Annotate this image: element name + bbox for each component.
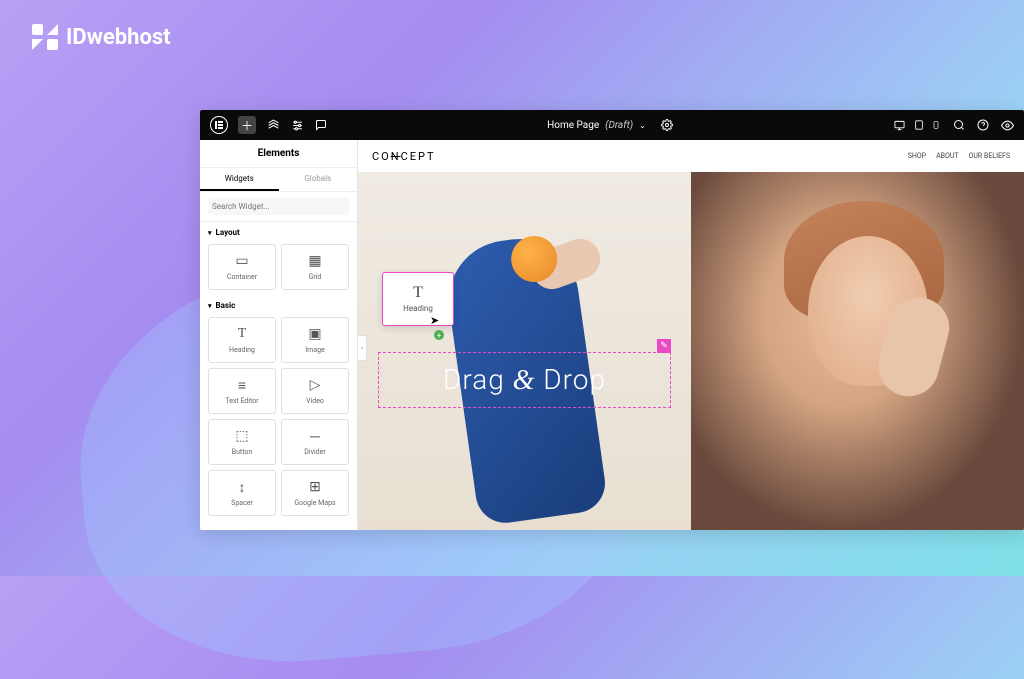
desktop-icon[interactable] <box>893 120 906 131</box>
widget-grid[interactable]: ▦Grid <box>281 244 349 290</box>
editor-body: Elements Widgets Globals Layout ▭Contain… <box>200 140 1024 530</box>
nav-beliefs[interactable]: OUR BELIEFS <box>969 152 1010 160</box>
dragging-heading-widget[interactable]: T Heading <box>382 272 454 326</box>
help-icon[interactable] <box>976 118 990 132</box>
canvas[interactable]: ‹ + ⋮⋮ ✕ CONCEPT SHOP ABOUT OUR BELIEFS <box>358 140 1024 530</box>
editor-window: ＋ Home Page (Draft) ⌄ <box>200 110 1024 530</box>
divider-icon: ─ <box>310 428 320 444</box>
widget-divider[interactable]: ─Divider <box>281 419 349 465</box>
site-logo: CONCEPT <box>372 150 436 163</box>
hero-left-column[interactable]: T Heading ➤ + ✎ Drag & Drop <box>358 172 691 530</box>
tab-widgets[interactable]: Widgets <box>200 168 279 191</box>
titlebar-right <box>952 118 1014 132</box>
container-icon: ▭ <box>235 253 248 269</box>
gear-icon[interactable] <box>660 118 674 132</box>
widget-video[interactable]: ▷Video <box>281 368 349 414</box>
canvas-body: T Heading ➤ + ✎ Drag & Drop <box>358 172 1024 530</box>
tablet-icon[interactable] <box>914 119 924 131</box>
section-layout[interactable]: Layout <box>200 222 357 239</box>
video-icon: ▷ <box>310 377 321 393</box>
widget-button[interactable]: ⬚Button <box>208 419 276 465</box>
drop-zone[interactable]: ✎ Drag & Drop <box>378 352 671 408</box>
sidebar-tabs: Widgets Globals <box>200 168 357 192</box>
widget-container[interactable]: ▭Container <box>208 244 276 290</box>
tab-globals[interactable]: Globals <box>279 168 358 191</box>
site-nav: SHOP ABOUT OUR BELIEFS <box>908 152 1010 160</box>
heading-icon: T <box>238 326 247 342</box>
titlebar: ＋ Home Page (Draft) ⌄ <box>200 110 1024 140</box>
section-basic[interactable]: Basic <box>200 295 357 312</box>
add-element-button[interactable]: ＋ <box>238 116 256 134</box>
widget-heading[interactable]: THeading <box>208 317 276 363</box>
comment-icon[interactable] <box>314 118 328 132</box>
settings-slider-icon[interactable] <box>290 118 304 132</box>
mobile-icon[interactable] <box>932 119 940 131</box>
basic-widgets-grid: THeading ▣Image ≡Text Editor ▷Video ⬚But… <box>200 312 357 521</box>
brand-logo-icon <box>32 24 58 50</box>
widget-text-editor[interactable]: ≡Text Editor <box>208 368 276 414</box>
page-status: (Draft) <box>605 120 633 131</box>
widget-image[interactable]: ▣Image <box>281 317 349 363</box>
drop-zone-text: Drag & Drop <box>443 363 606 397</box>
cursor-icon: ➤ <box>430 314 439 327</box>
responsive-devices <box>893 119 940 131</box>
nav-shop[interactable]: SHOP <box>908 152 926 160</box>
layout-widgets-grid: ▭Container ▦Grid <box>200 239 357 295</box>
elementor-logo-icon[interactable] <box>210 116 228 134</box>
structure-icon[interactable] <box>266 118 280 132</box>
widget-google-maps[interactable]: ⊞Google Maps <box>281 470 349 516</box>
spacer-icon: ↕ <box>239 479 246 495</box>
search-icon[interactable] <box>952 118 966 132</box>
site-header: CONCEPT SHOP ABOUT OUR BELIEFS <box>358 140 1024 172</box>
image-icon: ▣ <box>308 326 321 342</box>
search-wrapper <box>200 192 357 222</box>
page-title-dropdown[interactable]: Home Page (Draft) ⌄ <box>340 118 881 132</box>
brand-name: IDwebhost <box>66 25 171 50</box>
chevron-down-icon: ⌄ <box>639 121 646 130</box>
hero-orange-graphic <box>511 236 557 282</box>
hero-right-column[interactable] <box>691 172 1024 530</box>
search-input[interactable] <box>208 198 349 215</box>
elements-sidebar: Elements Widgets Globals Layout ▭Contain… <box>200 140 358 530</box>
grid-icon: ▦ <box>308 253 321 269</box>
button-icon: ⬚ <box>235 428 248 444</box>
preview-eye-icon[interactable] <box>1000 118 1014 132</box>
text-editor-icon: ≡ <box>238 377 246 393</box>
drop-plus-icon: + <box>434 330 444 340</box>
brand-logo: IDwebhost <box>32 24 171 50</box>
page-name: Home Page <box>547 120 599 131</box>
collapse-sidebar-button[interactable]: ‹ <box>358 335 367 361</box>
edit-handle-icon[interactable]: ✎ <box>657 339 671 353</box>
widget-spacer[interactable]: ↕Spacer <box>208 470 276 516</box>
titlebar-left: ＋ <box>210 116 328 134</box>
sidebar-title: Elements <box>200 140 357 168</box>
nav-about[interactable]: ABOUT <box>936 152 958 160</box>
maps-icon: ⊞ <box>309 479 321 495</box>
heading-icon: T <box>413 285 423 301</box>
